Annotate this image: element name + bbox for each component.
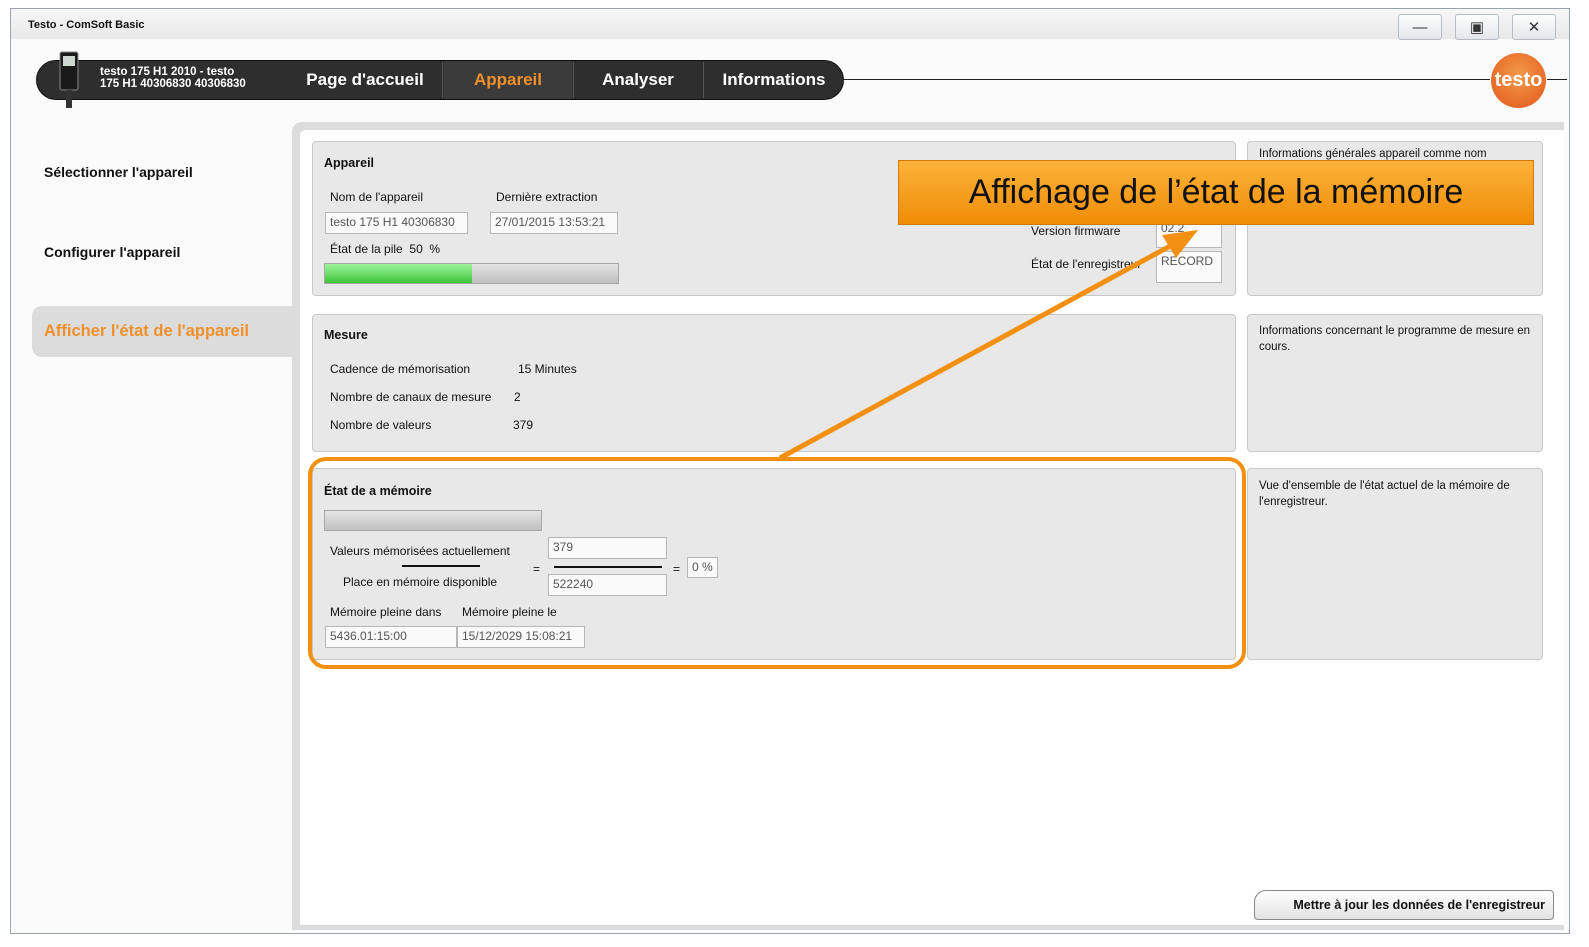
update-recorder-button[interactable]: Mettre à jour les données de l'enregistr… [1254,890,1554,920]
callout-arrow [778,230,1198,461]
callout-label: Affichage de l’état de la mémoire [898,160,1534,225]
